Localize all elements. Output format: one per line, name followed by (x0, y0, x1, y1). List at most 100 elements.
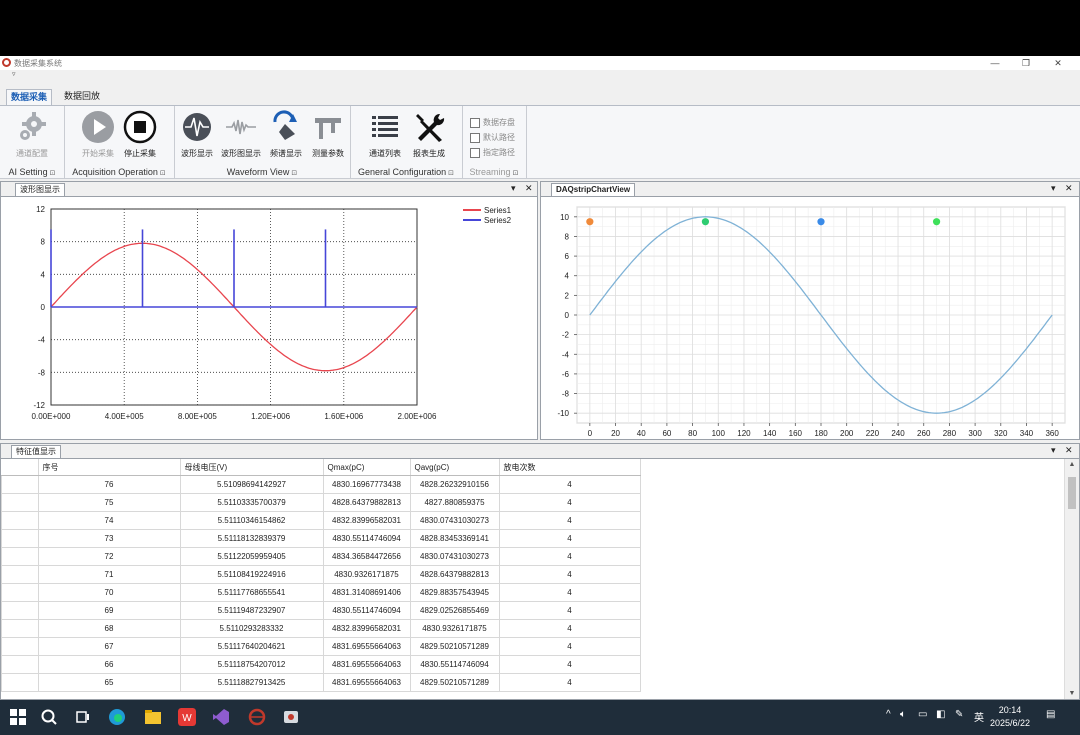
table-cell[interactable]: 67 (37, 637, 181, 656)
table-row[interactable]: 73 5.51118132839379 4830.55114746094 4828.8… (1, 529, 641, 548)
table-row[interactable]: 68 5.5110293283332 4832.83996582031 4830.93… (1, 619, 641, 638)
table-row[interactable]: 70 5.51117768655541 4831.31408691406 4829.8… (1, 583, 641, 602)
table-cell[interactable]: 4830.55114746094 (409, 655, 500, 674)
table-cell[interactable]: 4 (498, 673, 641, 692)
column-header[interactable]: 母线电压(V) (180, 459, 324, 476)
close-button[interactable]: ✕ (1043, 56, 1073, 70)
panel-close-icon[interactable]: ✕ (1065, 183, 1073, 194)
checkbox-box[interactable] (470, 147, 480, 158)
row-header[interactable] (1, 529, 39, 548)
table-cell[interactable]: 4834.36584472656 (322, 547, 411, 566)
dialog-launcher-icon[interactable]: ⊡ (291, 170, 297, 177)
table-cell[interactable]: 73 (37, 529, 181, 548)
table-cell[interactable]: 4832.83996582031 (322, 511, 411, 530)
edge-icon[interactable] (108, 708, 126, 726)
table-cell[interactable]: 75 (37, 493, 181, 512)
row-header[interactable] (1, 493, 39, 512)
dialog-launcher-icon[interactable]: ⊡ (160, 170, 166, 177)
table-cell[interactable]: 5.51118827913425 (179, 673, 324, 692)
quick-access-dropdown-icon[interactable]: ▿ (12, 70, 16, 78)
scroll-down-icon[interactable]: ▼ (1065, 690, 1079, 697)
table-cell[interactable]: 5.51117640204621 (179, 637, 324, 656)
table-cell[interactable]: 5.51118754207012 (179, 655, 324, 674)
start-acquisition-button[interactable]: 开始采集 (78, 110, 118, 159)
table-cell[interactable]: 4829.50210571289 (409, 673, 500, 692)
table-cell[interactable]: 71 (37, 565, 181, 584)
table-row[interactable]: 74 5.51110346154862 4832.83996582031 4830.0… (1, 511, 641, 530)
search-icon[interactable] (40, 708, 58, 726)
scrollbar-thumb[interactable] (1068, 477, 1076, 509)
panel-close-icon[interactable]: ✕ (1065, 445, 1073, 456)
checkbox-box[interactable] (470, 117, 480, 128)
table-cell[interactable]: 4829.88357543945 (409, 583, 500, 602)
spectrum-display-button[interactable]: 频谱显示 (266, 110, 306, 159)
network-icon[interactable]: ▭ (918, 709, 927, 720)
table-cell[interactable]: 4831.69555664063 (322, 637, 411, 656)
table-cell[interactable]: 4830.9326171875 (322, 565, 411, 584)
save-data-checkbox[interactable]: 数据存盘 (470, 117, 515, 128)
action-center-icon[interactable]: ▤ (1046, 709, 1055, 720)
row-header[interactable] (1, 565, 39, 584)
tab-waveform-chart[interactable]: 波形图显示 (15, 183, 65, 196)
table-cell[interactable]: 4827.880859375 (409, 493, 500, 512)
table-vertical-scrollbar[interactable]: ▲ ▼ (1064, 459, 1079, 699)
row-header[interactable] (1, 511, 39, 530)
specified-path-checkbox[interactable]: 指定路径 (470, 147, 515, 158)
row-header[interactable] (1, 673, 39, 692)
table-cell[interactable]: 5.51110346154862 (179, 511, 324, 530)
table-row[interactable]: 72 5.51122059959405 4834.36584472656 4830.0… (1, 547, 641, 566)
pen-icon[interactable]: ✎ (955, 709, 963, 720)
default-path-checkbox[interactable]: 默认路径 (470, 132, 515, 143)
notification-app-icon[interactable]: ◧ (936, 709, 945, 720)
checkbox-box[interactable] (470, 132, 480, 143)
column-header[interactable]: 序号 (38, 459, 181, 476)
table-cell[interactable]: 5.51118132839379 (179, 529, 324, 548)
restore-button[interactable]: ❐ (1011, 56, 1041, 70)
dialog-launcher-icon[interactable]: ⊡ (513, 170, 519, 177)
pin-dropdown-icon[interactable]: ▾ (1051, 183, 1056, 194)
table-cell[interactable]: 68 (37, 619, 181, 638)
row-header[interactable] (1, 619, 39, 638)
app-icon[interactable] (248, 708, 266, 726)
row-header[interactable] (1, 655, 39, 674)
tab-data-acquisition[interactable]: 数据采集 (6, 89, 53, 105)
table-cell[interactable]: 4830.55114746094 (322, 529, 411, 548)
table-cell[interactable]: 5.5110293283332 (179, 619, 324, 638)
table-row[interactable]: 66 5.51118754207012 4831.69555664063 4830.5… (1, 655, 641, 674)
row-header[interactable] (1, 637, 39, 656)
task-view-icon[interactable] (74, 708, 92, 726)
table-cell[interactable]: 4 (498, 583, 641, 602)
table-cell[interactable]: 74 (37, 511, 181, 530)
scroll-up-icon[interactable]: ▲ (1065, 461, 1079, 468)
table-cell[interactable]: 76 (37, 475, 181, 494)
table-cell[interactable]: 4 (498, 637, 641, 656)
minimize-button[interactable]: — (980, 56, 1010, 70)
table-cell[interactable]: 5.51103335700379 (179, 493, 324, 512)
dialog-launcher-icon[interactable]: ⊡ (448, 170, 454, 177)
volume-icon[interactable]: 🔈︎ (900, 709, 906, 720)
table-cell[interactable]: 4828.64379882813 (322, 493, 411, 512)
pin-dropdown-icon[interactable]: ▾ (511, 183, 516, 194)
table-row[interactable]: 75 5.51103335700379 4828.64379882813 4827.8… (1, 493, 641, 512)
ime-indicator[interactable]: 英 (974, 709, 984, 724)
channel-list-button[interactable]: 通道列表 (364, 110, 406, 159)
file-explorer-icon[interactable] (144, 708, 162, 726)
stop-acquisition-button[interactable]: 停止采集 (120, 110, 160, 159)
table-cell[interactable]: 4828.83453369141 (409, 529, 500, 548)
waveform-chart-button[interactable]: 波形图显示 (218, 110, 264, 159)
table-cell[interactable]: 4 (498, 655, 641, 674)
table-cell[interactable]: 4 (498, 529, 641, 548)
table-cell[interactable]: 4831.31408691406 (322, 583, 411, 602)
windows-icon[interactable] (9, 708, 27, 726)
table-cell[interactable]: 5.51122059959405 (179, 547, 324, 566)
panel-close-icon[interactable]: ✕ (525, 183, 533, 194)
table-row[interactable]: 71 5.51108419224916 4830.9326171875 4828.64… (1, 565, 641, 584)
table-row[interactable]: 69 5.51119487232907 4830.55114746094 4829.0… (1, 601, 641, 620)
table-cell[interactable]: 72 (37, 547, 181, 566)
row-header[interactable] (1, 475, 39, 494)
pin-dropdown-icon[interactable]: ▾ (1051, 445, 1056, 456)
row-header[interactable] (1, 547, 39, 566)
table-row[interactable]: 76 5.51098694142927 4830.16967773438 4828.2… (1, 475, 641, 494)
table-cell[interactable]: 4 (498, 511, 641, 530)
row-header[interactable] (1, 583, 39, 602)
